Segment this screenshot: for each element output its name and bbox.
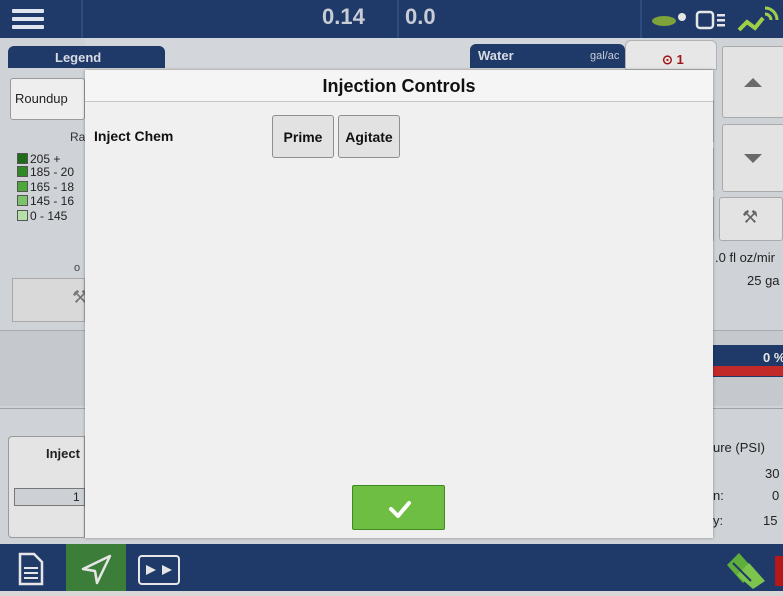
legend-title: Legend: [55, 50, 102, 65]
water-title: Water: [478, 48, 514, 63]
progress-percent: 0 %: [763, 350, 783, 365]
dialog-title: Injection Controls: [322, 76, 476, 96]
progress-bar: [713, 366, 783, 376]
document-icon[interactable]: [18, 552, 44, 586]
arrow-down-icon: [744, 154, 762, 163]
logo-icon[interactable]: [725, 551, 769, 589]
pressure-value: 30: [765, 466, 780, 481]
alarm-count: ⊙ 1: [662, 52, 684, 67]
confirm-button[interactable]: [352, 485, 445, 530]
legend-item: 165 - 18: [17, 181, 87, 194]
device-status-icon[interactable]: [695, 9, 729, 31]
split-screen-button[interactable]: [138, 555, 180, 585]
legend-swatch: [17, 166, 28, 177]
legend-item: 145 - 16: [17, 195, 87, 208]
top-value-2: 0.0: [405, 4, 436, 29]
tank-volume: 25 ga: [747, 273, 780, 288]
inject-chem-label: Inject Chem: [94, 128, 174, 144]
menu-icon[interactable]: [10, 6, 46, 32]
status-flag: [775, 556, 783, 586]
inject-value: 1: [73, 490, 80, 504]
navigate-arrow-icon: [81, 554, 112, 585]
inject-label: Inject: [46, 446, 80, 461]
wrench-icon: ⚒: [742, 207, 759, 227]
implement-status-icon[interactable]: [650, 11, 690, 29]
decrease-rate-button[interactable]: [722, 124, 783, 192]
legend-dot: o: [74, 262, 81, 274]
legend-item: 0 - 145: [17, 210, 87, 223]
legend-rate-header: Ra: [70, 130, 86, 144]
gps-signal-icon[interactable]: [735, 4, 781, 34]
split-screen-icon: [146, 565, 172, 575]
pressure-row-value: 0: [772, 488, 780, 503]
pressure-label: ure (PSI): [713, 440, 766, 455]
legend-swatch: [17, 181, 28, 192]
top-value-1: 0.14: [322, 4, 365, 29]
checkmark-icon: [389, 501, 411, 518]
map-view-tab[interactable]: [66, 544, 126, 591]
legend-swatch: [17, 195, 28, 206]
increase-rate-button[interactable]: [722, 46, 783, 118]
agitate-button[interactable]: Agitate: [338, 115, 400, 158]
arrow-up-icon: [744, 78, 762, 87]
target-rate: .0 fl oz/mir: [715, 250, 775, 265]
legend-swatch: [17, 153, 28, 164]
legend-item: 205 +: [17, 153, 87, 166]
legend-item: 185 - 20: [17, 166, 87, 179]
legend-swatch: [17, 210, 28, 221]
pressure-row-label: y:: [713, 513, 724, 528]
prime-button[interactable]: Prime: [272, 115, 334, 158]
pressure-row-value: 15: [763, 513, 778, 528]
top-status-bar: 0.14 0.0: [0, 0, 783, 38]
product-roundup-label: Roundup: [15, 91, 68, 106]
pressure-row-label: n:: [713, 488, 724, 503]
water-unit: gal/ac: [590, 50, 620, 62]
